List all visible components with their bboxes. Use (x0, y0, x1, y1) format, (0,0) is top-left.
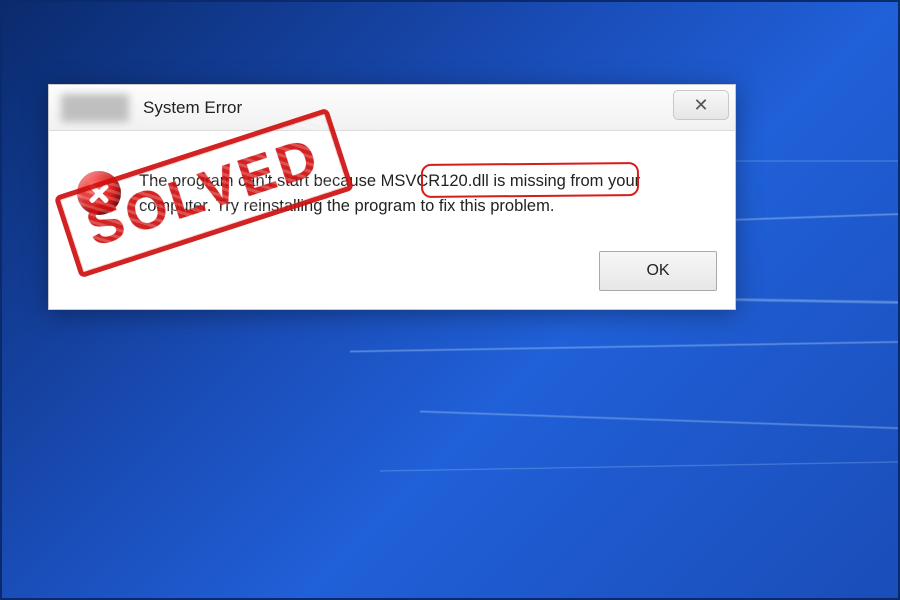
message-line2: computer. Try reinstalling the program t… (139, 197, 554, 215)
dialog-title: System Error (143, 98, 242, 118)
dialog-body: The program can't start because MSVCR120… (49, 131, 735, 241)
dialog-footer: OK (49, 241, 735, 309)
ok-button[interactable]: OK (599, 251, 717, 291)
dialog-titlebar[interactable]: System Error ✕ (49, 85, 735, 131)
message-text-post: from your (566, 172, 640, 190)
app-icon (61, 94, 129, 122)
message-highlight-text: MSVCR120.dll is missing (381, 172, 566, 190)
error-message: The program can't start because MSVCR120… (139, 169, 640, 219)
error-icon (77, 171, 121, 215)
message-text-pre: The program can't start because (139, 172, 381, 190)
close-icon: ✕ (693, 95, 708, 116)
close-button[interactable]: ✕ (673, 90, 729, 120)
system-error-dialog: System Error ✕ The program can't start b… (48, 84, 736, 310)
